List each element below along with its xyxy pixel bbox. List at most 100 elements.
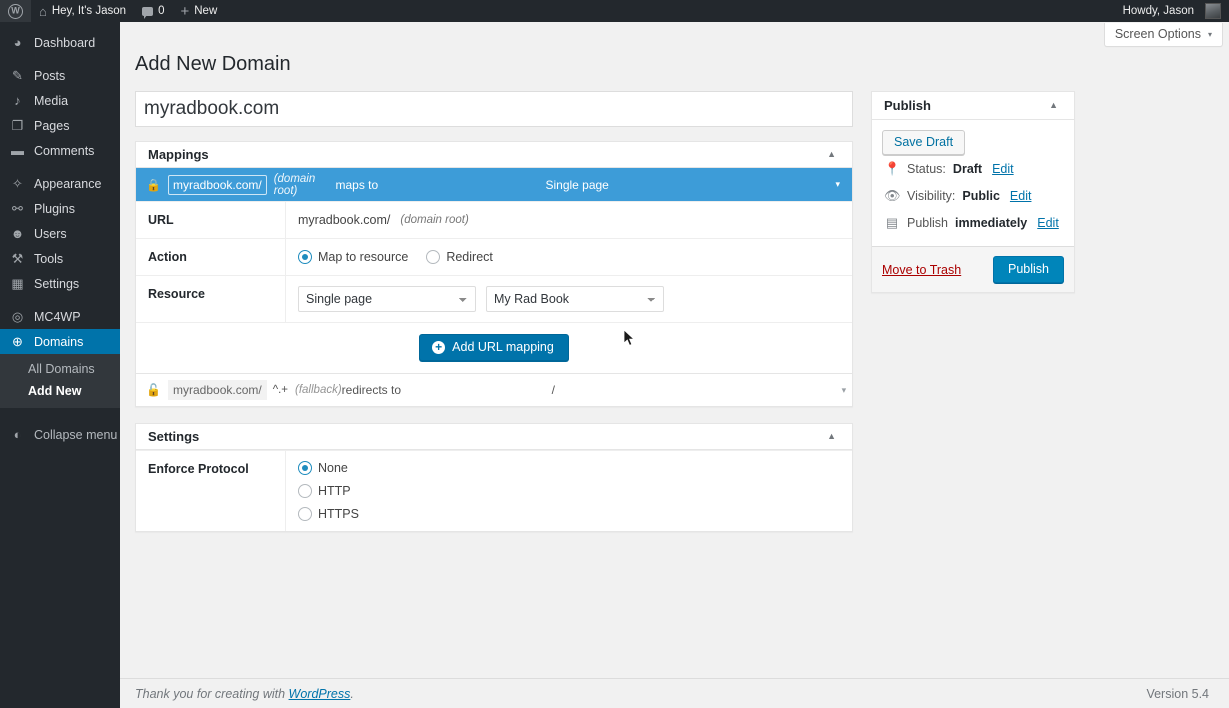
url-value: myradbook.com/ [298, 213, 390, 227]
publish-actions: Save Draft 📍 Status: Draft Edit 👁 Visibi… [872, 120, 1074, 246]
sidebar-item-label: Posts [34, 69, 65, 83]
comments-count: 0 [158, 5, 164, 17]
sidebar-subitem-add-new[interactable]: Add New [0, 380, 120, 402]
publish-button[interactable]: Publish [993, 256, 1064, 283]
collapse-menu-button[interactable]: ◐ Collapse menu [0, 422, 120, 447]
wp-logo-menu[interactable] [0, 0, 31, 22]
visibility-edit-link[interactable]: Edit [1010, 189, 1032, 203]
schedule-edit-link[interactable]: Edit [1037, 216, 1059, 230]
radio-label: HTTPS [318, 507, 359, 521]
chevron-up-icon[interactable]: ▲ [823, 428, 840, 445]
fallback-pattern: ^.+ [273, 384, 288, 396]
schedule-prefix: Publish [907, 216, 948, 230]
action-value-cell: Map to resource Redirect [286, 239, 852, 275]
fallback-verb: redirects to [342, 383, 552, 397]
status-edit-link[interactable]: Edit [992, 162, 1014, 176]
home-icon: ⌂ [39, 4, 47, 19]
sidebar-item-mc4wp[interactable]: ◎ MC4WP [0, 304, 120, 329]
url-value-cell: myradbook.com/ (domain root) [286, 202, 852, 238]
chevron-down-icon[interactable]: ▾ [842, 385, 847, 396]
fallback-host: myradbook.com/ [168, 380, 267, 400]
sidebar-item-tools[interactable]: ⚒ Tools [0, 246, 120, 271]
mapping-note: (domain root) [274, 173, 336, 197]
mappings-panel: Mappings ▲ 🔒 myradbook.com/ (domain root… [135, 141, 853, 407]
resource-type-select[interactable]: Single page [298, 286, 476, 312]
radio-protocol-http[interactable]: HTTP [298, 484, 359, 498]
resource-item-select[interactable]: My Rad Book [486, 286, 664, 312]
sidebar-item-label: Domains [34, 335, 83, 349]
mapping-verb: maps to [335, 178, 545, 192]
sidebar-item-posts[interactable]: ✎ Posts [0, 63, 120, 88]
mapping-row-active[interactable]: 🔒 myradbook.com/ (domain root) maps to S… [136, 168, 852, 201]
resource-value-cell: Single page My Rad Book [286, 276, 852, 322]
mapping-row-fallback[interactable]: 🔓 myradbook.com/ ^.+ (fallback) redirect… [136, 373, 852, 406]
wordpress-link[interactable]: WordPress [289, 687, 351, 701]
sidebar-subitem-all-domains[interactable]: All Domains [0, 358, 120, 380]
status-value: Draft [953, 162, 982, 176]
sidebar-item-comments[interactable]: ▬ Comments [0, 138, 120, 163]
sidebar-item-dashboard[interactable]: ◕ Dashboard [0, 30, 120, 55]
url-label: URL [136, 202, 286, 238]
settings-panel-header[interactable]: Settings ▲ [136, 424, 852, 450]
domain-name-input[interactable] [135, 91, 853, 127]
sidebar-item-label: Tools [34, 252, 63, 266]
fallback-target: / [552, 383, 842, 397]
status-prefix: Status: [907, 162, 946, 176]
add-url-mapping-row: + Add URL mapping [136, 322, 852, 373]
sidebar-item-label: Users [34, 227, 67, 241]
sidebar-item-appearance[interactable]: ✧ Appearance [0, 171, 120, 196]
sidebar-item-pages[interactable]: ❐ Pages [0, 113, 120, 138]
calendar-icon: ▤ [884, 215, 900, 231]
settings-panel-title: Settings [148, 429, 199, 444]
radio-button-icon[interactable] [298, 250, 312, 264]
collapse-arrow-icon: ◐ [9, 428, 26, 441]
schedule-value: immediately [955, 216, 1027, 230]
dashboard-icon: ◕ [9, 36, 26, 49]
pin-icon: ✎ [9, 69, 26, 82]
resource-label: Resource [136, 276, 286, 322]
add-url-mapping-label: Add URL mapping [452, 340, 554, 354]
radio-button-icon[interactable] [426, 250, 440, 264]
sidebar-item-settings[interactable]: ▦ Settings [0, 271, 120, 296]
move-to-trash-link[interactable]: Move to Trash [882, 263, 961, 277]
comments-menu[interactable]: 0 [134, 0, 172, 22]
radio-redirect[interactable]: Redirect [426, 250, 493, 264]
settings-icon: ▦ [9, 277, 26, 290]
action-label: Action [136, 239, 286, 275]
chevron-down-icon[interactable]: ▾ [835, 179, 840, 190]
radio-label: Redirect [446, 250, 493, 264]
chevron-up-icon[interactable]: ▲ [823, 146, 840, 163]
content-area: Add New Domain Mappings ▲ 🔒 myradbook.co… [120, 22, 1229, 708]
radio-button-icon[interactable] [298, 484, 312, 498]
site-name-menu[interactable]: ⌂ Hey, It's Jason [31, 0, 134, 22]
publish-panel-header[interactable]: Publish ▲ [872, 92, 1074, 120]
enforce-protocol-options: None HTTP HTTPS [286, 451, 852, 531]
visibility-prefix: Visibility: [907, 189, 955, 203]
save-draft-button[interactable]: Save Draft [882, 130, 965, 155]
sidebar-item-media[interactable]: ♪ Media [0, 88, 120, 113]
mappings-panel-header[interactable]: Mappings ▲ [136, 142, 852, 168]
wordpress-logo-icon [8, 4, 23, 19]
admin-sidebar-menu: ◕ Dashboard ✎ Posts ♪ Media ❐ Pages ▬ Co… [0, 22, 120, 708]
pages-icon: ❐ [9, 119, 26, 132]
radio-map-to-resource[interactable]: Map to resource [298, 250, 408, 264]
chevron-down-icon: ▾ [1208, 30, 1212, 39]
main-column: Mappings ▲ 🔒 myradbook.com/ (domain root… [135, 91, 853, 548]
radio-button-icon[interactable] [298, 507, 312, 521]
radio-protocol-https[interactable]: HTTPS [298, 507, 359, 521]
screen-options-button[interactable]: Screen Options ▾ [1104, 23, 1223, 47]
radio-button-icon[interactable] [298, 461, 312, 475]
radio-protocol-none[interactable]: None [298, 461, 359, 475]
mappings-panel-title: Mappings [148, 147, 209, 162]
my-account-menu[interactable]: Howdy, Jason [1115, 0, 1229, 22]
new-content-menu[interactable]: + New [172, 0, 225, 22]
publish-panel-footer: Move to Trash Publish [872, 246, 1074, 292]
chevron-up-icon[interactable]: ▲ [1045, 97, 1062, 114]
add-url-mapping-button[interactable]: + Add URL mapping [419, 334, 569, 361]
sidebar-item-users[interactable]: ☻ Users [0, 221, 120, 246]
tools-icon: ⚒ [9, 252, 26, 265]
sidebar-item-label: Settings [34, 277, 79, 291]
sidebar-item-domains[interactable]: ⊕ Domains [0, 329, 120, 354]
sidebar-item-plugins[interactable]: ⚯ Plugins [0, 196, 120, 221]
pin-marker-icon: 📍 [884, 161, 900, 177]
